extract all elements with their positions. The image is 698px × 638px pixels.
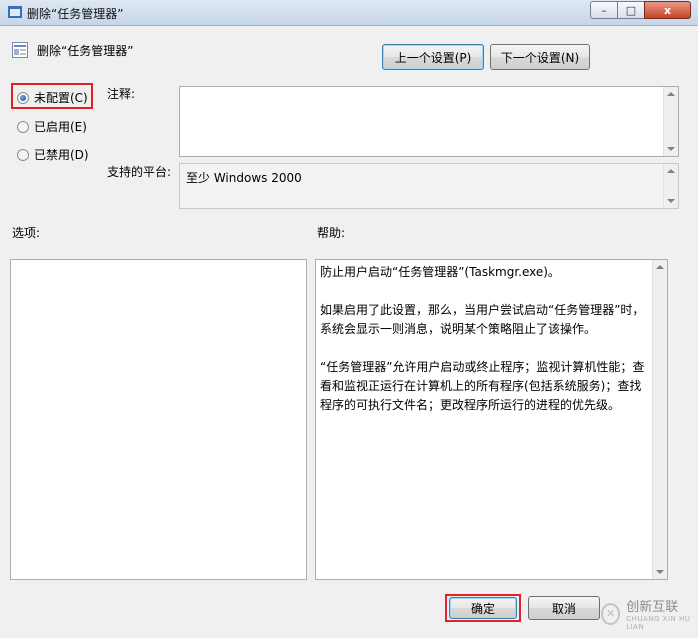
minimize-button[interactable]: –	[590, 1, 618, 19]
close-button[interactable]: x	[644, 1, 691, 19]
scroll-up-icon[interactable]	[656, 265, 664, 269]
options-label: 选项:	[12, 226, 41, 240]
window-title: 删除“任务管理器”	[27, 7, 124, 21]
scroll-up-icon[interactable]	[667, 169, 675, 173]
help-text: 防止用户启动“任务管理器”(Taskmgr.exe)。 如果启用了此设置，那么，…	[320, 263, 649, 434]
platform-value: 至少 Windows 2000	[186, 171, 302, 185]
watermark-text: 创新互联	[626, 600, 679, 615]
radio-enabled[interactable]: 已启用(E)	[17, 118, 87, 135]
help-scrollbar[interactable]	[652, 260, 667, 579]
help-paragraph: 防止用户启动“任务管理器”(Taskmgr.exe)。	[320, 265, 560, 279]
radio-label: 已启用(E)	[34, 120, 87, 134]
comment-scrollbar[interactable]	[663, 87, 678, 156]
title-bar: 删除“任务管理器” – □ x	[0, 0, 698, 26]
radio-icon	[17, 148, 29, 161]
watermark-subtext: CHUANG XIN HU LIAN	[626, 615, 691, 631]
radio-label: 未配置(C)	[34, 91, 88, 105]
options-pane	[10, 259, 307, 580]
help-pane: 防止用户启动“任务管理器”(Taskmgr.exe)。 如果启用了此设置，那么，…	[315, 259, 668, 580]
scroll-up-icon[interactable]	[667, 92, 675, 96]
platform-field: 至少 Windows 2000	[179, 163, 679, 209]
comment-label: 注释:	[107, 87, 136, 101]
comment-textarea[interactable]	[179, 86, 679, 157]
policy-setting-icon	[12, 42, 28, 58]
help-paragraph: 如果启用了此设置，那么，当用户尝试启动“任务管理器”时，系统会显示一则消息，说明…	[320, 303, 645, 336]
maximize-button[interactable]: □	[617, 1, 645, 19]
platform-label: 支持的平台:	[107, 165, 172, 179]
radio-icon	[17, 120, 29, 133]
scroll-down-icon[interactable]	[656, 570, 664, 574]
radio-not-configured[interactable]: 未配置(C)	[17, 89, 88, 106]
policy-title: 删除“任务管理器”	[37, 44, 134, 58]
cancel-button[interactable]: 取消	[528, 596, 600, 620]
help-paragraph: “任务管理器”允许用户启动或终止程序；监视计算机性能；查看和监视正运行在计算机上…	[320, 360, 645, 412]
watermark-logo-icon: ✕	[601, 602, 621, 625]
watermark: ✕ 创新互联 CHUANG XIN HU LIAN	[601, 596, 698, 631]
help-label: 帮助:	[317, 226, 346, 240]
next-setting-button[interactable]: 下一个设置(N)	[490, 44, 590, 70]
radio-icon	[17, 91, 29, 104]
radio-disabled[interactable]: 已禁用(D)	[17, 146, 89, 163]
ok-button[interactable]: 确定	[449, 597, 517, 619]
previous-setting-button[interactable]: 上一个设置(P)	[382, 44, 484, 70]
policy-app-icon	[8, 6, 22, 18]
scroll-down-icon[interactable]	[667, 147, 675, 151]
radio-label: 已禁用(D)	[34, 148, 89, 162]
platform-scrollbar[interactable]	[663, 164, 678, 208]
scroll-down-icon[interactable]	[667, 199, 675, 203]
